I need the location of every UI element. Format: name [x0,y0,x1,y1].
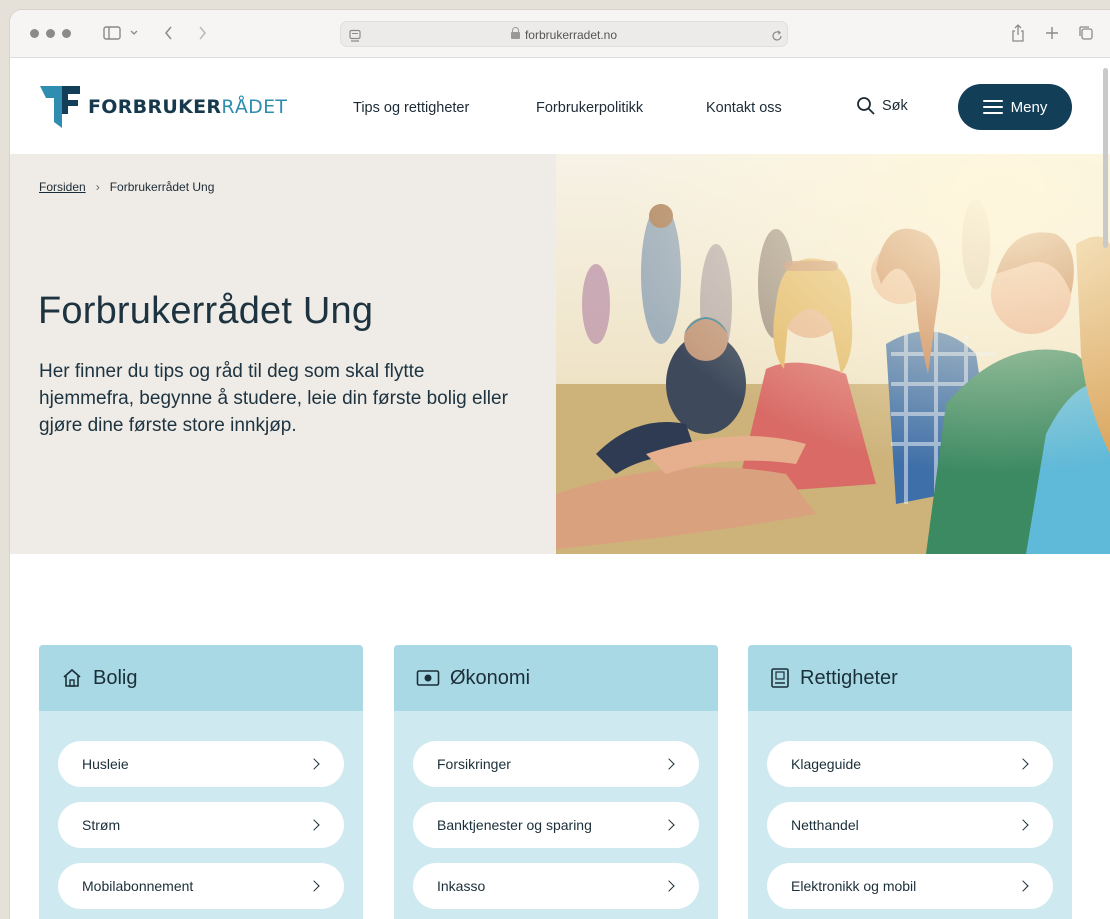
page-scrollbar[interactable] [1100,58,1110,919]
nav-forbrukerpolitikk[interactable]: Forbrukerpolitikk [536,100,643,116]
card-title: Bolig [93,666,138,689]
list-item-strom[interactable]: Strøm [58,802,344,848]
search-button[interactable]: Søk [856,96,908,116]
site-logo[interactable]: FORBRUKERRÅDET [40,84,287,130]
list-item-mobilabonnement[interactable]: Mobilabonnement [58,863,344,909]
banknote-icon [416,669,440,687]
chevron-right-icon [308,819,320,831]
search-icon [857,97,875,115]
chevron-right-icon [1017,880,1029,892]
search-label: Søk [882,98,908,114]
window-close-dot[interactable] [30,29,39,38]
reload-icon[interactable] [769,25,785,47]
card-okonomi: Økonomi Forsikringer Banktjenester og sp… [394,645,718,919]
list-item-label: Husleie [82,756,129,772]
breadcrumb-current: Forbrukerrådet Ung [109,180,215,194]
list-item-elektronikk-og-mobil[interactable]: Elektronikk og mobil [767,863,1053,909]
window-zoom-dot[interactable] [62,29,71,38]
logo-mark-icon [40,86,80,128]
chevron-right-icon [308,758,320,770]
list-item-netthandel[interactable]: Netthandel [767,802,1053,848]
chevron-down-icon[interactable] [128,22,140,44]
festival-crowd-photo [556,154,1110,554]
chevron-right-icon [663,758,675,770]
list-item-label: Klageguide [791,756,862,772]
card-header: Bolig [39,645,363,711]
nav-tips-og-rettigheter[interactable]: Tips og rettigheter [353,100,469,116]
share-icon[interactable] [1008,22,1028,44]
card-header: Rettigheter [748,645,1072,711]
breadcrumb-home-link[interactable]: Forsiden [39,180,86,194]
list-item-label: Netthandel [791,817,859,833]
chevron-right-icon [308,880,320,892]
list-item-klageguide[interactable]: Klageguide [767,741,1053,787]
chevron-right-icon [1017,758,1029,770]
chevron-right-icon [663,880,675,892]
browser-toolbar: forbrukerradet.no [10,10,1110,58]
list-item-inkasso[interactable]: Inkasso [413,863,699,909]
sidebar-toggle-icon[interactable] [100,22,124,44]
hero-intro-text: Her finner du tips og råd til deg som sk… [39,361,508,436]
url-text: forbrukerradet.no [524,28,618,42]
page-title: Forbrukerrådet Ung [38,290,374,332]
logo-text-thin: RÅDET [221,96,288,118]
list-item-banktjenester[interactable]: Banktjenester og sparing [413,802,699,848]
menu-label: Meny [1010,98,1048,116]
forward-icon[interactable] [194,22,210,44]
house-icon [61,667,83,689]
list-item-forsikringer[interactable]: Forsikringer [413,741,699,787]
list-item-label: Inkasso [437,878,486,894]
hamburger-icon [982,100,1003,114]
list-item-label: Strøm [82,817,121,833]
scrollbar-thumb[interactable] [1103,68,1108,248]
breadcrumb: Forsiden › Forbrukerrådet Ung [39,180,214,194]
list-item-label: Banktjenester og sparing [437,817,592,833]
tab-overview-icon[interactable] [1076,22,1096,44]
menu-button[interactable]: Meny [958,84,1072,130]
back-icon[interactable] [160,22,176,44]
list-item-label: Elektronikk og mobil [791,878,917,894]
new-tab-icon[interactable] [1042,22,1062,44]
list-item-label: Forsikringer [437,756,511,772]
chevron-right-icon [663,819,675,831]
window-minimize-dot[interactable] [46,29,55,38]
address-bar[interactable]: forbrukerradet.no [340,21,788,47]
logo-text-bold: FORBRUKER [88,96,222,118]
hero-photo [556,154,1110,554]
breadcrumb-separator-icon: › [95,180,100,194]
chevron-right-icon [1017,819,1029,831]
nav-kontakt-oss[interactable]: Kontakt oss [706,100,782,116]
hero-section: Forsiden › Forbrukerrådet Ung Forbrukerr… [10,154,1110,554]
card-header: Økonomi [394,645,718,711]
lock-icon [510,27,520,39]
browser-window: forbrukerradet.no FORBRUKERRÅDET Tips og… [10,10,1110,919]
law-book-icon [770,667,790,689]
list-item-label: Mobilabonnement [82,878,194,894]
card-bolig: Bolig Husleie Strøm Mobilabonnement [39,645,363,919]
card-title: Økonomi [450,666,531,689]
site-header: FORBRUKERRÅDET Tips og rettigheter Forbr… [10,58,1110,154]
card-title: Rettigheter [800,666,898,689]
list-item-husleie[interactable]: Husleie [58,741,344,787]
card-rettigheter: Rettigheter Klageguide Netthandel Elektr… [748,645,1072,919]
